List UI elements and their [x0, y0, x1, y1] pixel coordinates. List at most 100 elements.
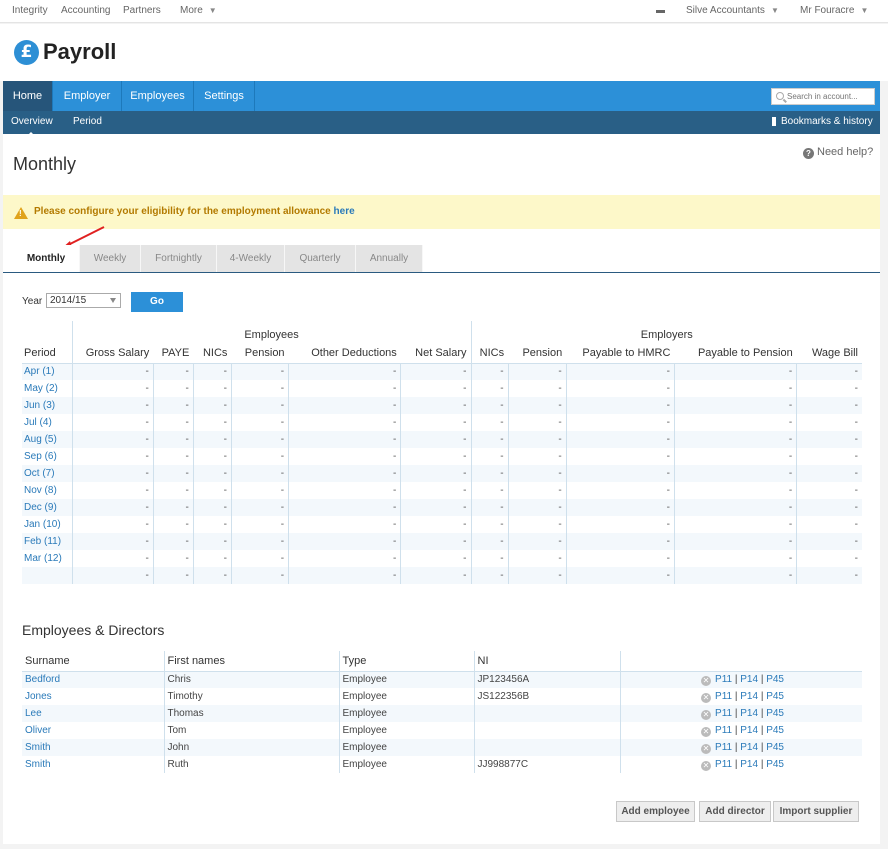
delete-icon[interactable]: ✕	[701, 709, 712, 720]
add-director-button[interactable]: Add director	[699, 801, 771, 822]
delete-icon[interactable]: ✕	[701, 743, 712, 754]
tab-4-weekly[interactable]: 4-Weekly	[217, 245, 285, 272]
topbar-link-accounting[interactable]: Accounting	[61, 5, 110, 16]
go-button[interactable]: Go	[131, 292, 183, 312]
summary-cell: -	[796, 465, 862, 482]
summary-cell: -	[796, 499, 862, 516]
delete-icon[interactable]: ✕	[701, 726, 712, 737]
summary-cell: -	[152, 431, 194, 448]
summary-cell: -	[230, 431, 289, 448]
summary-row: May (2) - - - - - - - - - - -	[22, 380, 862, 397]
form-p14-link[interactable]: P14	[740, 759, 758, 770]
table-row: Smith Ruth Employee JJ998877C ✕ P11 | P14 | P…	[22, 756, 862, 773]
alert-here-link[interactable]: here	[334, 206, 355, 217]
period-link[interactable]: Nov (8)	[24, 485, 57, 496]
import-supplier-button[interactable]: Import supplier	[773, 801, 859, 822]
form-p11-link[interactable]: P11	[715, 742, 732, 753]
summary-table: Employees Employers Period Gross Salary PA…	[22, 321, 862, 584]
form-p11-link[interactable]: P11	[715, 674, 732, 685]
employee-surname-link[interactable]: Smith	[25, 759, 51, 770]
topbar-link-partners[interactable]: Partners	[123, 5, 161, 16]
form-p14-link[interactable]: P14	[740, 708, 758, 719]
summary-cell: -	[288, 482, 401, 499]
summary-cell: -	[673, 363, 797, 380]
tab-annually[interactable]: Annually	[356, 245, 423, 272]
minimize-icon[interactable]	[656, 10, 665, 13]
summary-cell: -	[565, 516, 675, 533]
search-input[interactable]	[787, 90, 873, 103]
nav-tab-employees[interactable]: Employees	[122, 81, 194, 111]
nav-tab-employer[interactable]: Employer	[53, 81, 122, 111]
tab-weekly[interactable]: Weekly	[80, 245, 141, 272]
summary-row: Jun (3) - - - - - - - - - - -	[22, 397, 862, 414]
form-p14-link[interactable]: P14	[740, 725, 758, 736]
topbar-link-integrity[interactable]: Integrity	[12, 5, 48, 16]
summary-cell: -	[192, 567, 232, 584]
period-link[interactable]: Aug (5)	[24, 434, 57, 445]
summary-cell: -	[470, 499, 509, 516]
period-link[interactable]: Jan (10)	[24, 519, 61, 530]
employee-surname-link[interactable]: Oliver	[25, 725, 51, 736]
summary-cell: -	[673, 516, 797, 533]
tab-monthly[interactable]: Monthly	[13, 245, 80, 272]
period-link[interactable]: Apr (1)	[24, 366, 55, 377]
form-p14-link[interactable]: P14	[740, 674, 758, 685]
summary-cell: -	[230, 482, 289, 499]
period-link[interactable]: Jun (3)	[24, 400, 55, 411]
search-box[interactable]	[771, 88, 875, 105]
year-select[interactable]: 2014/15	[46, 293, 121, 308]
summary-cell: -	[192, 533, 232, 550]
nav-tab-home[interactable]: Home	[3, 81, 53, 111]
period-link[interactable]: Oct (7)	[24, 468, 55, 479]
period-link[interactable]: Dec (9)	[24, 502, 57, 513]
delete-icon[interactable]: ✕	[701, 692, 712, 703]
summary-cell: -	[288, 448, 401, 465]
user-menu[interactable]: Mr Fouracre ▼	[800, 5, 868, 16]
period-link[interactable]: Sep (6)	[24, 451, 57, 462]
summary-cell: -	[192, 431, 232, 448]
summary-cell: -	[192, 550, 232, 567]
summary-col-header: Gross Salary	[71, 343, 154, 364]
bookmarks-history-link[interactable]: Bookmarks & history	[781, 116, 873, 127]
employee-surname-link[interactable]: Bedford	[25, 674, 60, 685]
topbar-more-menu[interactable]: More ▼	[180, 5, 217, 16]
form-p45-link[interactable]: P45	[766, 725, 784, 736]
period-link[interactable]: Feb (11)	[24, 536, 61, 547]
form-p45-link[interactable]: P45	[766, 674, 784, 685]
subnav-item-period[interactable]: Period	[73, 116, 102, 127]
form-p11-link[interactable]: P11	[715, 691, 732, 702]
form-p11-link[interactable]: P11	[715, 725, 732, 736]
employee-surname-link[interactable]: Lee	[25, 708, 42, 719]
summary-row: Feb (11) - - - - - - - - - - -	[22, 533, 862, 550]
need-help-link[interactable]: ? Need help?	[803, 146, 873, 159]
form-p14-link[interactable]: P14	[740, 742, 758, 753]
form-p45-link[interactable]: P45	[766, 691, 784, 702]
form-p11-link[interactable]: P11	[715, 759, 732, 770]
delete-icon[interactable]: ✕	[701, 675, 712, 686]
form-p45-link[interactable]: P45	[766, 759, 784, 770]
pound-logo-icon: £	[14, 40, 39, 65]
summary-cell: -	[400, 397, 472, 414]
form-p45-link[interactable]: P45	[766, 708, 784, 719]
tab-quarterly[interactable]: Quarterly	[285, 245, 356, 272]
tab-fortnightly[interactable]: Fortnightly	[141, 245, 217, 272]
company-selector[interactable]: Silve Accountants ▼	[686, 5, 779, 16]
add-employee-button[interactable]: Add employee	[616, 801, 695, 822]
summary-cell: -	[152, 380, 194, 397]
delete-icon[interactable]: ✕	[701, 760, 712, 771]
summary-row: Sep (6) - - - - - - - - - - -	[22, 448, 862, 465]
summary-cell: -	[192, 448, 232, 465]
period-link[interactable]: May (2)	[24, 383, 58, 394]
nav-tab-settings[interactable]: Settings	[194, 81, 255, 111]
form-p14-link[interactable]: P14	[740, 691, 758, 702]
subnav-item-overview[interactable]: Overview	[11, 116, 53, 136]
employee-surname-link[interactable]: Smith	[25, 742, 51, 753]
employee-surname-link[interactable]: Jones	[25, 691, 52, 702]
form-p11-link[interactable]: P11	[715, 708, 732, 719]
period-link[interactable]: Jul (4)	[24, 417, 52, 428]
chevron-down-icon: ▼	[208, 6, 217, 15]
period-link[interactable]: Mar (12)	[24, 553, 62, 564]
form-p45-link[interactable]: P45	[766, 742, 784, 753]
summary-cell: -	[565, 380, 675, 397]
summary-cell: -	[565, 363, 675, 380]
